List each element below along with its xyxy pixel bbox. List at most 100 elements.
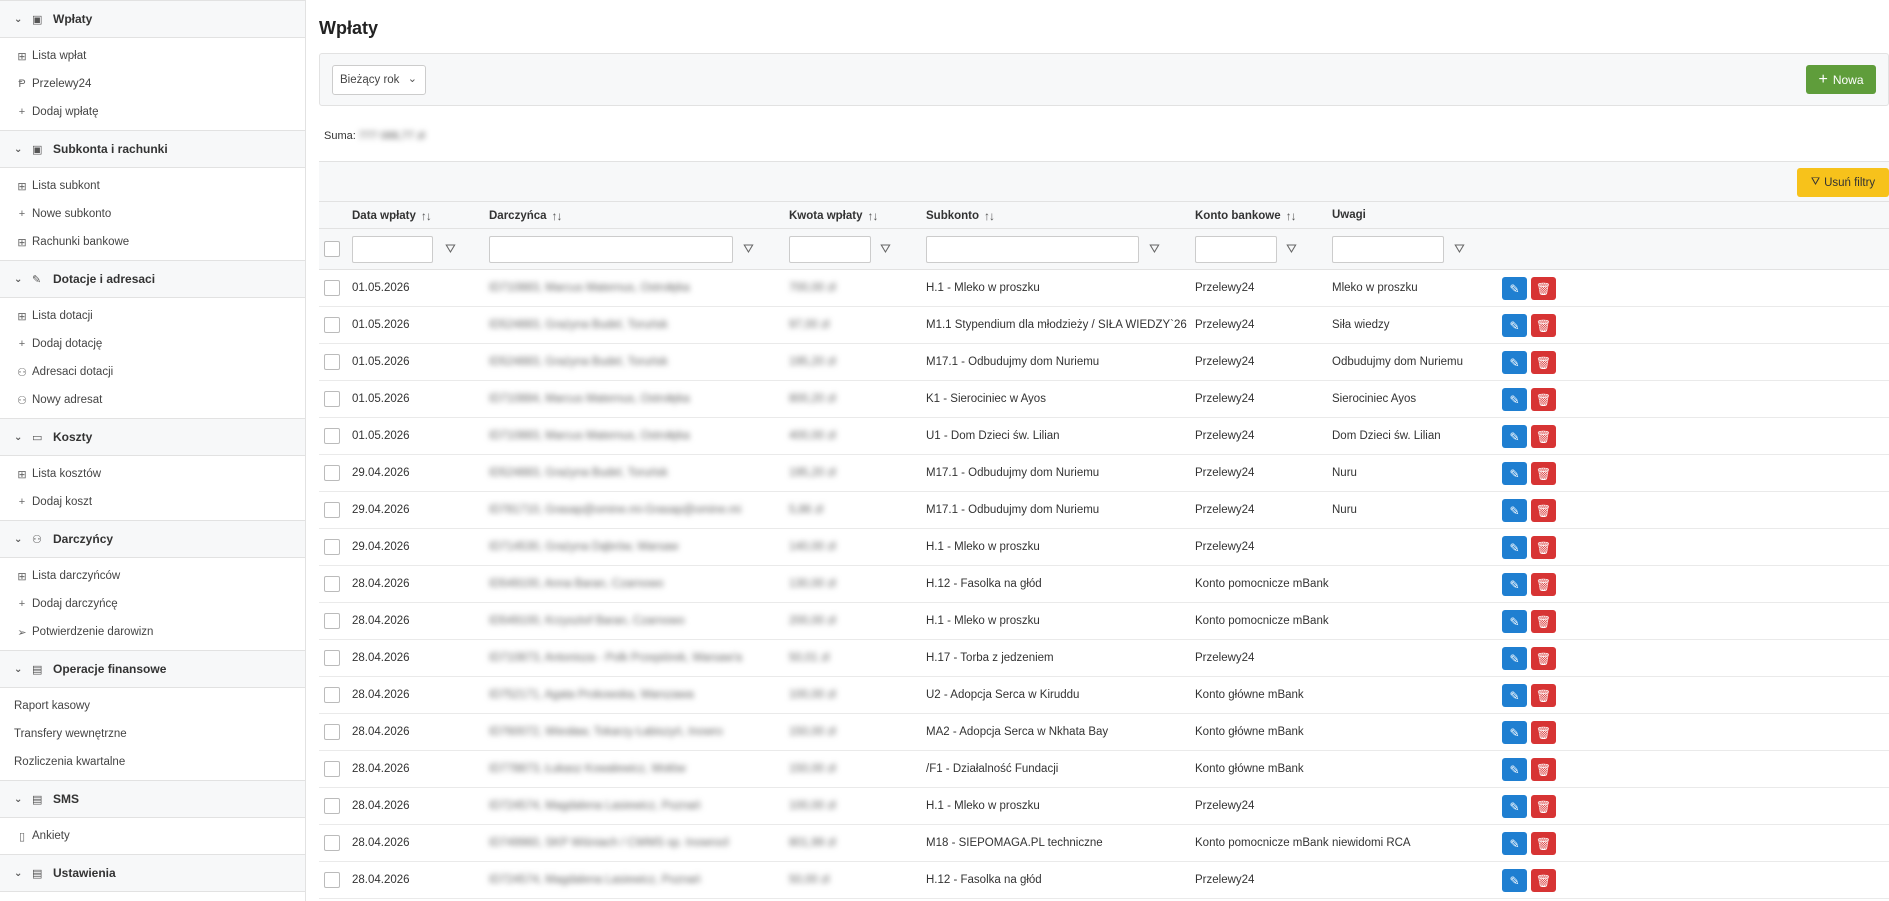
sidebar-item[interactable]: ⊞ Lista wpłat xyxy=(0,42,305,70)
row-checkbox[interactable] xyxy=(324,687,340,703)
clear-filters-button[interactable]: ⛛ Usuń filtry xyxy=(1797,168,1889,197)
delete-button[interactable]: 🗑 xyxy=(1531,610,1556,633)
column-header[interactable]: Data wpłaty ↑↓ xyxy=(352,209,432,223)
select-all-checkbox[interactable] xyxy=(324,241,340,257)
sidebar-item[interactable]: ⚇ Adresaci dotacji xyxy=(0,358,305,386)
filter-icon[interactable]: ⛛ xyxy=(445,241,456,257)
edit-button[interactable]: ✎ xyxy=(1502,462,1527,485)
sidebar-item[interactable]: Transfery wewnętrzne xyxy=(0,720,305,748)
edit-button[interactable]: ✎ xyxy=(1502,832,1527,855)
row-checkbox[interactable] xyxy=(324,502,340,518)
delete-button[interactable]: 🗑 xyxy=(1531,388,1556,411)
column-filter-input[interactable] xyxy=(1195,236,1277,263)
sidebar-section-header[interactable]: ⌄ ▤ Ustawienia xyxy=(0,854,305,892)
sidebar-item[interactable]: Raport kasowy xyxy=(0,692,305,720)
filter-icon[interactable]: ⛛ xyxy=(743,241,754,257)
edit-button[interactable]: ✎ xyxy=(1502,536,1527,559)
sidebar-section-header[interactable]: ⌄ ▣ Subkonta i rachunki xyxy=(0,130,305,168)
sidebar-section-header[interactable]: ⌄ ▤ Operacje finansowe xyxy=(0,650,305,688)
delete-button[interactable]: 🗑 xyxy=(1531,684,1556,707)
sidebar-item[interactable]: ⊞ Lista subkont xyxy=(0,172,305,200)
sidebar-item[interactable]: ☰Szablony powiadomień xyxy=(0,896,305,901)
delete-button[interactable]: 🗑 xyxy=(1531,869,1556,892)
delete-button[interactable]: 🗑 xyxy=(1531,721,1556,744)
delete-button[interactable]: 🗑 xyxy=(1531,832,1556,855)
delete-button[interactable]: 🗑 xyxy=(1531,536,1556,559)
filter-icon[interactable]: ⛛ xyxy=(1454,241,1465,257)
sidebar-item[interactable]: ⊞ Lista darczyńców xyxy=(0,562,305,590)
sidebar-item[interactable]: ⚇ Nowy adresat xyxy=(0,386,305,414)
delete-button[interactable]: 🗑 xyxy=(1531,462,1556,485)
column-header[interactable]: Konto bankowe ↑↓ xyxy=(1195,209,1297,223)
sidebar-item[interactable]: ⊞ Lista kosztów xyxy=(0,460,305,488)
edit-button[interactable]: ✎ xyxy=(1502,499,1527,522)
row-checkbox[interactable] xyxy=(324,539,340,555)
edit-button[interactable]: ✎ xyxy=(1502,351,1527,374)
sidebar-item[interactable]: Ᵽ Przelewy24 xyxy=(0,70,305,98)
edit-button[interactable]: ✎ xyxy=(1502,388,1527,411)
sidebar-item[interactable]: ➢ Potwierdzenie darowizn xyxy=(0,618,305,646)
edit-button[interactable]: ✎ xyxy=(1502,758,1527,781)
sidebar-section-header[interactable]: ⌄ ⚇ Darczyńcy xyxy=(0,520,305,558)
edit-button[interactable]: ✎ xyxy=(1502,314,1527,337)
new-button[interactable]: + Nowa xyxy=(1806,65,1876,94)
sidebar-section-header[interactable]: ⌄ ▤ SMS xyxy=(0,780,305,818)
row-checkbox[interactable] xyxy=(324,576,340,592)
sidebar-section-header[interactable]: ⌄ ✎ Dotacje i adresaci xyxy=(0,260,305,298)
column-header[interactable]: Darczyńca ↑↓ xyxy=(489,209,563,223)
row-checkbox[interactable] xyxy=(324,280,340,296)
filter-icon[interactable]: ⛛ xyxy=(1286,241,1297,257)
column-filter-input[interactable] xyxy=(789,236,871,263)
filter-icon[interactable]: ⛛ xyxy=(1149,241,1160,257)
row-checkbox[interactable] xyxy=(324,317,340,333)
row-checkbox[interactable] xyxy=(324,650,340,666)
row-checkbox[interactable] xyxy=(324,761,340,777)
delete-button[interactable]: 🗑 xyxy=(1531,351,1556,374)
sidebar-item[interactable]: + Dodaj dotację xyxy=(0,330,305,358)
edit-button[interactable]: ✎ xyxy=(1502,277,1527,300)
edit-button[interactable]: ✎ xyxy=(1502,721,1527,744)
edit-button[interactable]: ✎ xyxy=(1502,573,1527,596)
sidebar-section-header[interactable]: ⌄ ▣ Wpłaty xyxy=(0,0,305,38)
sidebar-item[interactable]: ▯ Ankiety xyxy=(0,822,305,850)
edit-button[interactable]: ✎ xyxy=(1502,610,1527,633)
sidebar-item[interactable]: + Dodaj koszt xyxy=(0,488,305,516)
sidebar-item[interactable]: + Dodaj wpłatę xyxy=(0,98,305,126)
row-checkbox[interactable] xyxy=(324,613,340,629)
row-checkbox[interactable] xyxy=(324,391,340,407)
delete-button[interactable]: 🗑 xyxy=(1531,573,1556,596)
row-checkbox[interactable] xyxy=(324,354,340,370)
column-filter-input[interactable] xyxy=(926,236,1139,263)
delete-button[interactable]: 🗑 xyxy=(1531,277,1556,300)
row-checkbox[interactable] xyxy=(324,798,340,814)
edit-button[interactable]: ✎ xyxy=(1502,684,1527,707)
edit-button[interactable]: ✎ xyxy=(1502,795,1527,818)
edit-button[interactable]: ✎ xyxy=(1502,869,1527,892)
sidebar-item[interactable]: ⊞ Lista dotacji xyxy=(0,302,305,330)
row-checkbox[interactable] xyxy=(324,724,340,740)
row-checkbox[interactable] xyxy=(324,872,340,888)
column-filter-input[interactable] xyxy=(1332,236,1444,263)
column-header[interactable]: Kwota wpłaty ↑↓ xyxy=(789,209,878,223)
sidebar-item[interactable]: Rozliczenia kwartalne xyxy=(0,748,305,776)
row-checkbox[interactable] xyxy=(324,428,340,444)
filter-icon[interactable]: ⛛ xyxy=(880,241,891,257)
sidebar-section-header[interactable]: ⌄ ▭ Koszty xyxy=(0,418,305,456)
delete-button[interactable]: 🗑 xyxy=(1531,758,1556,781)
sidebar-item[interactable]: + Dodaj darczyńcę xyxy=(0,590,305,618)
edit-button[interactable]: ✎ xyxy=(1502,425,1527,448)
sidebar-item[interactable]: + Nowe subkonto xyxy=(0,200,305,228)
row-checkbox[interactable] xyxy=(324,465,340,481)
edit-button[interactable]: ✎ xyxy=(1502,647,1527,670)
delete-button[interactable]: 🗑 xyxy=(1531,425,1556,448)
delete-button[interactable]: 🗑 xyxy=(1531,647,1556,670)
delete-button[interactable]: 🗑 xyxy=(1531,314,1556,337)
column-header[interactable]: Subkonto ↑↓ xyxy=(926,209,995,223)
sidebar-item[interactable]: ⊞ Rachunki bankowe xyxy=(0,228,305,256)
column-filter-input[interactable] xyxy=(489,236,733,263)
row-checkbox[interactable] xyxy=(324,835,340,851)
delete-button[interactable]: 🗑 xyxy=(1531,499,1556,522)
column-filter-input[interactable] xyxy=(352,236,433,263)
year-select[interactable]: Bieżący rok ⌄ xyxy=(332,65,426,95)
delete-button[interactable]: 🗑 xyxy=(1531,795,1556,818)
